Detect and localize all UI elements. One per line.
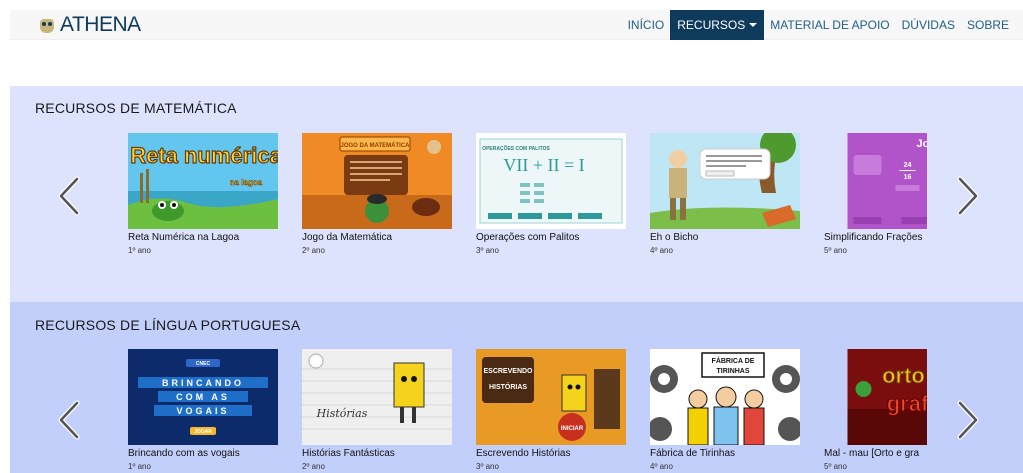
chevron-right-icon [957,176,979,216]
nav-material-de-apoio[interactable]: MATERIAL DE APOIO [764,10,895,40]
card-title[interactable]: Brincando com as vogais [128,448,278,459]
caret-down-icon [749,23,758,27]
card-grade: 2º ano [302,246,325,255]
svg-text:VOGAIS: VOGAIS [176,406,229,416]
svg-text:na lagoa: na lagoa [230,178,263,187]
svg-text:CNEC: CNEC [196,361,211,367]
svg-text:INICIAR: INICIAR [561,426,584,432]
card-grade: 4º ano [650,246,673,255]
card-title[interactable]: Jogo da Matemática [302,232,452,243]
resource-card[interactable]: Reta numérica na lagoa Reta Numérica na … [128,133,278,255]
section-title: RECURSOS DE MATEMÁTICA [35,100,237,116]
owl-icon [40,17,54,33]
card-title[interactable]: Escrevendo Histórias [476,448,626,459]
nav-duvidas[interactable]: DÚVIDAS [896,10,961,40]
card-grade: 3º ano [476,246,499,255]
thumbnail-image[interactable]: Reta numérica na lagoa [128,133,278,229]
card-grade: 5º ano [824,462,847,471]
card-grade: 2º ano [302,462,325,471]
card-title[interactable]: Simplificando Frações [824,232,927,243]
brand-logo[interactable]: ATHENA [40,13,141,37]
thumbnail-image[interactable]: FÁBRICA DE TIRINHAS [650,349,800,445]
chevron-right-icon [957,400,979,440]
thumbnail-image[interactable]: JOGO DA MATEMÁTICA [302,133,452,229]
section-lingua-portuguesa: RECURSOS DE LÍNGUA PORTUGUESA CNEC BRINC… [10,302,1023,473]
svg-text:24: 24 [904,162,912,169]
card-title[interactable]: Histórias Fantásticas [302,448,452,459]
thumbnail-image[interactable]: CNEC BRINCANDO COM AS VOGAIS JOGAR [128,349,278,445]
thumbnail-image[interactable]: Jogar 24 16 [824,133,927,229]
carousel-prev-button[interactable] [55,176,83,216]
carousel-next-button[interactable] [954,176,982,216]
carousel-prev-button[interactable] [55,400,83,440]
card-grade: 1º ano [128,462,151,471]
card-title[interactable]: Mal - mau [Orto e gra [824,448,927,459]
svg-text:FÁBRICA DE: FÁBRICA DE [712,356,755,365]
nav-recursos-label: RECURSOS [677,18,746,32]
resource-card[interactable]: CNEC BRINCANDO COM AS VOGAIS JOGAR Brinc… [128,349,278,471]
svg-text:BRINCANDO: BRINCANDO [162,378,244,388]
thumbnail-image[interactable]: ESCREVENDO HISTÓRIAS INICIAR [476,349,626,445]
svg-text:Jogar: Jogar [917,138,927,150]
card-grade: 1º ano [128,246,151,255]
thumbnail-image[interactable] [650,133,800,229]
section-matematica: RECURSOS DE MATEMÁTICA Reta numérica na … [10,86,1023,302]
resource-card[interactable]: FÁBRICA DE TIRINHAS Fábrica de Tirinhas … [650,349,800,471]
nav-inicio[interactable]: INÍCIO [622,10,671,40]
svg-text:VII + II = I: VII + II = I [503,155,584,175]
resource-card[interactable]: OPERAÇÕES COM PALITOS VII + II = I Opera… [476,133,626,255]
svg-text:HISTÓRIAS: HISTÓRIAS [489,382,527,391]
chevron-left-icon [58,176,80,216]
svg-text:Histórias: Histórias [316,407,368,420]
thumbnail-image[interactable]: orto graf [824,349,927,445]
card-grade: 5º ano [824,246,847,255]
resource-card[interactable]: Jogar 24 16 Simplificando Frações 5º ano [824,133,927,255]
svg-text:JOGAR: JOGAR [194,429,212,435]
card-grade: 3º ano [476,462,499,471]
section-title: RECURSOS DE LÍNGUA PORTUGUESA [35,317,301,333]
resource-card[interactable]: Histórias Histórias Fantásticas 2º ano [302,349,452,471]
svg-text:TIRINHAS: TIRINHAS [716,368,749,375]
main-nav: INÍCIO RECURSOS MATERIAL DE APOIO DÚVIDA… [622,10,1015,40]
carousel-next-button[interactable] [954,400,982,440]
nav-sobre[interactable]: SOBRE [961,10,1015,40]
svg-text:orto: orto [882,363,925,388]
nav-recursos[interactable]: RECURSOS [670,10,765,40]
svg-text:OPERAÇÕES COM PALITOS: OPERAÇÕES COM PALITOS [482,145,550,152]
thumbnail-image[interactable]: OPERAÇÕES COM PALITOS VII + II = I [476,133,626,229]
chevron-left-icon [58,400,80,440]
svg-text:JOGO DA MATEMÁTICA: JOGO DA MATEMÁTICA [341,142,411,149]
svg-text:ESCREVENDO: ESCREVENDO [483,368,533,375]
resource-card[interactable]: JOGO DA MATEMÁTICA Jogo da Matemática 2º… [302,133,452,255]
svg-text:16: 16 [904,174,912,181]
top-navbar: ATHENA INÍCIO RECURSOS MATERIAL DE APOIO… [10,10,1023,40]
card-title[interactable]: Reta Numérica na Lagoa [128,232,278,243]
card-title[interactable]: Operações com Palitos [476,232,626,243]
resource-card[interactable]: Eh o Bicho 4º ano [650,133,800,255]
card-grade: 4º ano [650,462,673,471]
resource-card[interactable]: ESCREVENDO HISTÓRIAS INICIAR Escrevendo … [476,349,626,471]
svg-text:graf: graf [887,391,927,416]
svg-text:Reta numérica: Reta numérica [130,143,278,168]
resource-card[interactable]: orto graf Mal - mau [Orto e gra 5º ano [824,349,927,471]
brand-name: ATHENA [60,13,141,36]
thumbnail-image[interactable]: Histórias [302,349,452,445]
svg-text:COM AS: COM AS [176,392,230,402]
card-title[interactable]: Fábrica de Tirinhas [650,448,800,459]
card-title[interactable]: Eh o Bicho [650,232,800,243]
